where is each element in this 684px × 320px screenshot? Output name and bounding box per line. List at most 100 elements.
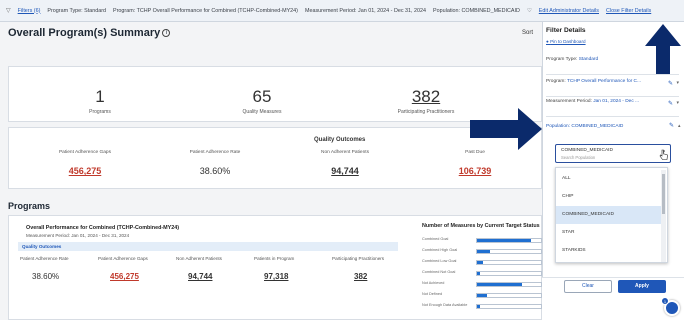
population-select-value: COMBINED_MEDICAID [561, 148, 613, 153]
measure-label: Combined Not Goal [422, 270, 456, 274]
pcol-patients-in-program[interactable]: Patients in Program 97,318 [254, 256, 294, 281]
measure-label: Combined Low Goal [422, 259, 457, 263]
pcol-value[interactable]: 94,744 [188, 272, 222, 281]
scrollbar-thumb[interactable] [662, 174, 665, 214]
panel-title: Filter Details [546, 27, 586, 34]
measure-bar-fill [477, 272, 481, 275]
pin-dashboard-link[interactable]: ● Pin to Dashboard [546, 39, 586, 44]
population-search-input[interactable]: Search Population [561, 155, 595, 160]
pcol-label: Patient Adherence Rate [20, 256, 69, 261]
edit-pencil-icon[interactable]: ✎ [668, 100, 673, 107]
filters-count-link[interactable]: Filters (6) [18, 8, 41, 14]
close-filter-details-link[interactable]: Close Filter Details [606, 8, 651, 14]
measure-bar-fill [477, 283, 522, 286]
measure-bar[interactable] [476, 249, 542, 254]
option-combined-medicaid[interactable]: COMBINED_MEDICAID [556, 206, 661, 224]
panel-period: Measurement Period: Jan 01, 2024 - Dec .… [546, 99, 679, 117]
hand-cursor-icon [659, 149, 668, 160]
info-icon[interactable]: i [162, 29, 171, 38]
panel-program-value: TCHP Overall Performance for C... [566, 79, 642, 84]
measure-label: Combined Goal [422, 237, 449, 241]
stat-value: 65 [252, 87, 272, 106]
edit-pencil-icon[interactable]: ✎ [669, 122, 674, 129]
pcol-value[interactable]: 382 [354, 272, 384, 281]
qo-label: Patient Adherence Gaps [58, 150, 111, 155]
qo-adherence-gaps[interactable]: Patient Adherence Gaps 456,275 [40, 150, 130, 176]
heart-icon[interactable]: ♡ [527, 8, 532, 14]
stat-quality-measures: 65 Quality Measures [222, 87, 302, 115]
chevron-down-icon[interactable]: ▾ [676, 80, 679, 86]
stat-label: Participating Practitioners [397, 109, 455, 115]
panel-population: Population: COMBINED_MEDICAID ✎ ▴ [546, 123, 681, 129]
help-chat-icon[interactable]: 1 [661, 297, 680, 316]
pcol-value: 38.60% [32, 272, 60, 281]
measure-bar-fill [477, 250, 490, 253]
pcol-label: Non Adherent Patients [176, 256, 222, 261]
edit-details-link[interactable]: Edit Administrator Details [539, 8, 599, 14]
stat-practitioners[interactable]: 382 Participating Practitioners [386, 87, 466, 115]
quality-outcomes-title: Quality Outcomes [314, 137, 366, 143]
panel-program-type-value: Standard [578, 57, 599, 62]
measure-row: Not Achieved [422, 280, 542, 289]
panel-period-value: Jan 01, 2024 - Dec ... [593, 99, 640, 104]
measure-row: Combined High Goal [422, 247, 542, 256]
qo-past-due[interactable]: Past Due 106,739 [430, 150, 520, 176]
measure-bar[interactable] [476, 304, 542, 309]
measure-bar[interactable] [476, 293, 542, 298]
clear-button[interactable]: Clear [564, 280, 612, 293]
measure-bar-fill [477, 261, 484, 264]
pcol-label: Patients in Program [254, 256, 295, 261]
qo-adherence-rate: Patient Adherence Rate 38.60% [170, 150, 260, 176]
pcol-adherence-gaps[interactable]: Patient Adherence Gaps 456,275 [98, 256, 148, 281]
sort-select[interactable]: Sort [522, 30, 533, 36]
pin-dashboard-label: Pin to Dashboard [550, 39, 586, 44]
qo-label: Past Due [465, 150, 485, 155]
qo-value[interactable]: 106,739 [430, 166, 520, 176]
edit-pencil-icon[interactable]: ✎ [668, 80, 673, 87]
programs-heading: Programs [8, 201, 51, 211]
measure-label: Not Enough Data Available [422, 303, 468, 307]
qo-label: Non Adherent Patients [320, 150, 369, 155]
stat-value: 1 [95, 87, 105, 106]
stat-value[interactable]: 382 [386, 87, 466, 107]
page-title-text: Overall Program(s) Summary [8, 27, 161, 39]
qo-value[interactable]: 94,744 [300, 166, 390, 176]
pcol-value[interactable]: 97,318 [264, 272, 294, 281]
page-title: Overall Program(s) Summary i [8, 27, 171, 39]
annotation-arrow-up [645, 24, 681, 74]
population-select[interactable]: COMBINED_MEDICAID Search Population ▾ [555, 144, 671, 163]
options-scrollbar[interactable] [661, 170, 666, 262]
annotation-arrow-right [470, 108, 542, 150]
measure-row: Combined Not Goal [422, 269, 542, 278]
program-card-period: Measurement Period: Jan 01, 2024 - Dec 3… [26, 233, 130, 238]
pcol-label: Participating Practitioners [332, 256, 385, 261]
measure-row: Combined Goal [422, 236, 542, 245]
option-all[interactable]: ALL [556, 170, 661, 188]
apply-button[interactable]: Apply [618, 280, 666, 293]
chevron-up-icon[interactable]: ▴ [678, 123, 681, 129]
pcol-practitioners[interactable]: Participating Practitioners 382 [332, 256, 384, 281]
panel-population-label: Population: [546, 124, 571, 129]
measure-bar[interactable] [476, 271, 542, 276]
program-quality-band: Quality Outcomes [18, 242, 398, 251]
option-chip[interactable]: CHIP [556, 188, 661, 206]
pcol-non-adherent[interactable]: Non Adherent Patients 94,744 [176, 256, 222, 281]
measure-row: Not Enough Data Available [422, 302, 542, 311]
program-card-title[interactable]: Overall Performance for Combined (TCHP-C… [26, 225, 179, 231]
measure-row: Combined Low Goal [422, 258, 542, 267]
qo-non-adherent[interactable]: Non Adherent Patients 94,744 [300, 150, 390, 176]
stat-label: Programs [89, 109, 111, 115]
qo-value[interactable]: 456,275 [40, 166, 130, 176]
help-badge: 1 [661, 297, 669, 305]
measure-bar[interactable] [476, 238, 542, 243]
panel-program-label: Program: [546, 79, 566, 84]
panel-period-label: Measurement Period: [546, 99, 592, 104]
option-star[interactable]: STAR [556, 224, 661, 242]
option-starkids[interactable]: STARKIDS [556, 242, 661, 260]
measure-bar[interactable] [476, 282, 542, 287]
chevron-down-icon[interactable]: ▾ [676, 100, 679, 106]
pcol-value[interactable]: 456,275 [110, 272, 148, 281]
stat-programs: 1 Programs [60, 87, 140, 115]
measure-bar[interactable] [476, 260, 542, 265]
measure-row: Not Defined [422, 291, 542, 300]
